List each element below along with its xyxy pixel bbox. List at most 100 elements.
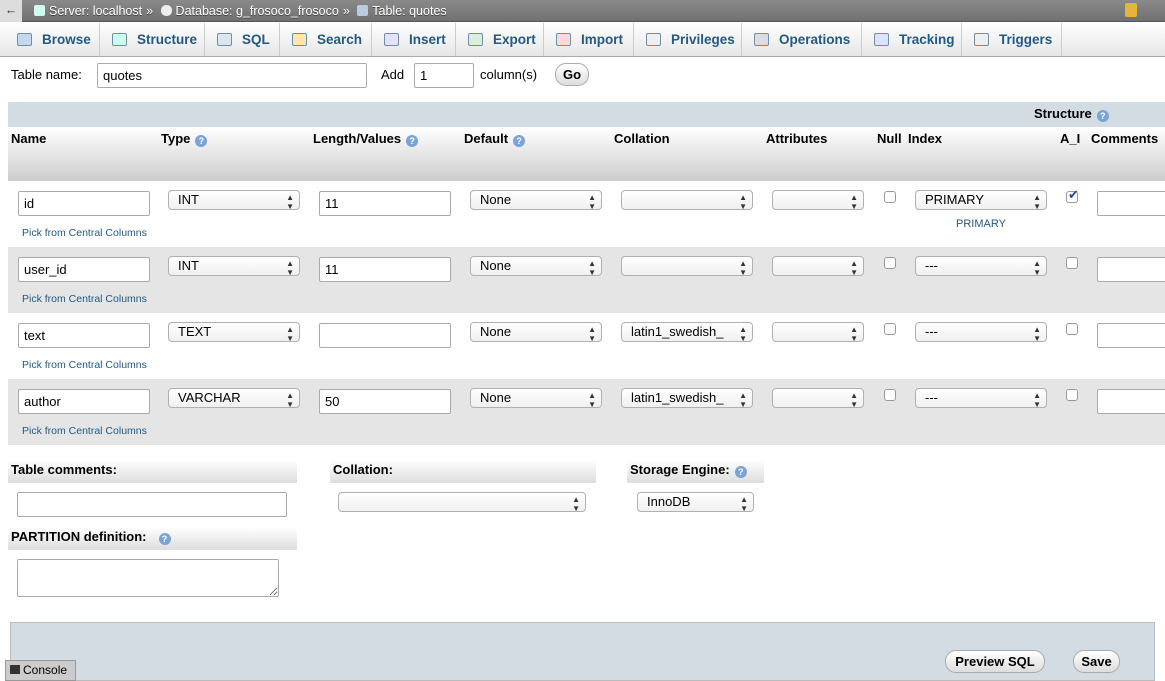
column-row: Pick from Central Columns TEXT▲▼ None▲▼ … [8,313,1165,379]
tab-structure[interactable]: Structure [100,23,205,56]
collation-select[interactable]: ▲ ▼ [621,256,753,277]
separator: » [146,4,154,18]
pick-central-columns-link[interactable]: Pick from Central Columns [22,293,147,305]
tab-browse[interactable]: Browse [5,23,100,56]
preview-sql-button[interactable]: Preview SQL [945,650,1045,673]
column-name-input[interactable] [18,389,150,414]
default-select[interactable]: None ▲ ▼ [470,256,602,277]
length-input[interactable] [319,191,451,216]
index-note: PRIMARY [956,218,1006,230]
index-select[interactable]: PRIMARY ▲ ▼ [915,190,1047,211]
null-checkbox[interactable] [884,257,896,269]
tab-tracking[interactable]: Tracking [862,23,962,56]
tab-search[interactable]: Search [280,23,372,56]
comments-input[interactable] [1097,191,1165,216]
tab-export[interactable]: Export [456,23,544,56]
column-name-input[interactable] [18,191,150,216]
auto-increment-checkbox[interactable] [1066,187,1079,203]
back-arrow-icon[interactable]: ← [0,0,22,22]
tab-label: Import [581,32,623,47]
attributes-select[interactable]: ▲ ▼ [772,322,864,343]
storage-engine-select[interactable]: InnoDB ▲ ▼ [637,492,754,513]
length-input[interactable] [319,389,451,414]
null-checkbox[interactable] [884,323,896,335]
type-select[interactable]: INT ▲ ▼ [168,190,300,211]
tab-triggers[interactable]: Triggers [962,23,1062,56]
table-collation-select[interactable]: ▲ ▼ [338,492,586,513]
breadcrumb-table[interactable]: Table: quotes [372,4,446,18]
help-icon[interactable]: ? [158,533,171,545]
length-input[interactable] [319,323,451,348]
length-input[interactable] [319,257,451,282]
insert-icon [384,33,399,46]
breadcrumb-bar: ← Server: localhost » Database: g_frosoco… [0,0,1165,22]
default-select[interactable]: None ▲ ▼ [470,190,602,211]
column-name-input[interactable] [18,323,150,348]
auto-increment-checkbox[interactable] [1066,323,1078,335]
header-name: Name [11,131,47,146]
header-default: Default? [464,131,526,147]
index-select[interactable]: --- ▲ ▼ [915,256,1047,277]
tab-import[interactable]: Import [544,23,634,56]
collation-label: Collation: [330,460,596,483]
go-button[interactable]: Go [555,63,589,86]
partition-textarea[interactable] [17,559,279,597]
add-columns-input[interactable] [414,63,474,88]
index-select[interactable]: --- ▲ ▼ [915,322,1047,343]
help-icon[interactable]: ? [1096,110,1109,122]
tab-label: Insert [409,32,446,47]
column-headers: Name Type? Length/Values? Default? Collation… [8,127,1165,181]
collation-select[interactable]: latin1_swedish_ ▲ ▼ [621,388,753,409]
tab-label: Privileges [671,32,735,47]
type-select[interactable]: VARCHAR ▲ ▼ [168,388,300,409]
attributes-select[interactable]: ▲ ▼ [772,388,864,409]
add-label: Add [381,67,405,82]
pick-central-columns-link[interactable]: Pick from Central Columns [22,227,147,239]
header-comments: Comments [1091,131,1159,146]
null-checkbox[interactable] [884,191,896,203]
tab-operations[interactable]: Operations [742,23,862,56]
comments-input[interactable] [1097,389,1165,414]
tab-label: Search [317,32,363,47]
breadcrumb-database[interactable]: Database: g_frosoco_frosoco [176,4,339,18]
sql-icon [217,33,232,46]
tab-label: Triggers [999,32,1053,47]
auto-increment-checkbox[interactable] [1066,257,1078,269]
type-select[interactable]: INT ▲ ▼ [168,256,300,277]
help-icon[interactable]: ? [513,135,526,147]
type-select[interactable]: TEXT ▲ ▼ [168,322,300,343]
comments-input[interactable] [1097,257,1165,282]
help-icon[interactable]: ? [406,135,419,147]
table-name-input[interactable] [97,63,367,88]
attributes-select[interactable]: ▲ ▼ [772,190,864,211]
pick-central-columns-link[interactable]: Pick from Central Columns [22,425,147,437]
index-select[interactable]: --- ▲ ▼ [915,388,1047,409]
attributes-select[interactable]: ▲ ▼ [772,256,864,277]
pick-central-columns-link[interactable]: Pick from Central Columns [22,359,147,371]
tab-insert[interactable]: Insert [372,23,456,56]
column-name-input[interactable] [18,257,150,282]
table-icon [357,5,369,16]
breadcrumb-server[interactable]: Server: localhost [49,4,142,18]
help-icon[interactable]: ? [734,466,747,478]
structure-label: Structure [1034,106,1092,121]
tab-privileges[interactable]: Privileges [634,23,742,56]
comments-input[interactable] [1097,323,1165,348]
lock-icon[interactable] [1125,3,1137,17]
tab-sql[interactable]: SQL [205,23,280,56]
header-length-values: Length/Values? [313,131,419,147]
storage-engine-header: Storage Engine:? [627,460,764,483]
table-comments-input[interactable] [17,492,287,517]
privileges-icon [646,33,661,46]
collation-select[interactable]: ▲ ▼ [621,190,753,211]
null-checkbox[interactable] [884,389,896,401]
columns-label: column(s) [480,67,538,82]
default-select[interactable]: None ▲ ▼ [470,322,602,343]
collation-select[interactable]: latin1_swedish_ ▲ ▼ [621,322,753,343]
auto-increment-checkbox[interactable] [1066,389,1078,401]
storage-engine-label: Storage Engine: [630,462,730,477]
console-tab[interactable]: Console [5,660,76,681]
default-select[interactable]: None ▲ ▼ [470,388,602,409]
save-button[interactable]: Save [1073,650,1120,673]
help-icon[interactable]: ? [195,135,208,147]
